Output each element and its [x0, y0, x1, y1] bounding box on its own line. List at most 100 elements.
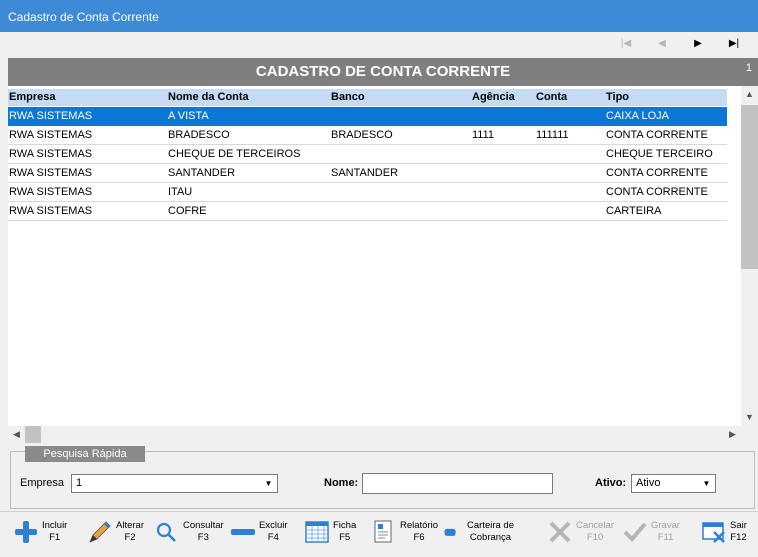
cell-tipo: CHEQUE TERCEIRO [606, 148, 713, 160]
column-header-empresa[interactable]: Empresa [9, 89, 55, 106]
cell-empresa: RWA SISTEMAS [9, 205, 93, 217]
grid-column-headers: Empresa Nome da Conta Banco Agência Cont… [8, 89, 727, 106]
title-bar: Cadastro de Conta Corrente [0, 0, 758, 32]
accounts-grid[interactable]: Empresa Nome da Conta Banco Agência Cont… [8, 86, 758, 426]
relatorio-key: F6 [413, 532, 425, 543]
sair-label: Sair [730, 520, 747, 531]
cell-empresa: RWA SISTEMAS [9, 186, 93, 198]
column-header-conta[interactable]: Conta [536, 89, 567, 106]
cell-nome-da-conta: BRADESCO [168, 129, 230, 141]
ficha-key: F5 [339, 532, 351, 543]
scroll-left-icon[interactable]: ◀ [8, 426, 25, 443]
gravar-button[interactable]: Gravar F11 [621, 518, 680, 554]
alterar-key: F2 [124, 532, 136, 543]
cell-nome-da-conta: CHEQUE DE TERCEIROS [168, 148, 301, 160]
incluir-button[interactable]: Incluir F1 [12, 518, 67, 554]
vertical-scrollbar[interactable]: ▲ ▼ [741, 86, 758, 426]
cell-banco: SANTANDER [331, 167, 399, 179]
scroll-up-icon[interactable]: ▲ [741, 86, 758, 103]
record-navigator: |◀ ◀ ▶ ▶| [608, 34, 752, 54]
pencil-icon [89, 521, 111, 543]
chevron-down-icon[interactable]: ▼ [261, 476, 276, 491]
scroll-right-icon[interactable]: ▶ [724, 426, 741, 443]
column-header-nome-da-conta[interactable]: Nome da Conta [168, 89, 249, 106]
gravar-label: Gravar [651, 520, 681, 531]
column-header-tipo[interactable]: Tipo [606, 89, 629, 106]
report-icon [374, 520, 392, 543]
nome-input[interactable] [362, 473, 553, 494]
cell-tipo: CONTA CORRENTE [606, 167, 708, 179]
cell-empresa: RWA SISTEMAS [9, 129, 93, 141]
relatorio-label: Relatório [400, 520, 439, 531]
incluir-key: F1 [49, 532, 61, 543]
excluir-button[interactable]: Excluir F4 [229, 518, 288, 554]
column-header-banco[interactable]: Banco [331, 89, 365, 106]
chevron-down-icon[interactable]: ▼ [699, 476, 714, 491]
cell-nome-da-conta: A VISTA [168, 110, 209, 122]
cell-conta: 111111 [536, 129, 569, 141]
check-icon [623, 522, 647, 542]
cell-tipo: CONTA CORRENTE [606, 129, 708, 141]
table-row[interactable]: RWA SISTEMAS COFRE CARTEIRA [8, 202, 727, 221]
vertical-scroll-thumb[interactable] [741, 105, 758, 269]
carteira-cobranca-button[interactable]: Carteira de Cobrança [443, 518, 514, 554]
prev-record-button[interactable]: ◀ [644, 34, 680, 52]
quick-search-title: Pesquisa Rápida [25, 446, 145, 462]
quick-search-panel: Pesquisa Rápida Empresa 1 ▼ Nome: Ativo:… [10, 446, 755, 509]
plus-icon [15, 521, 37, 543]
table-row[interactable]: RWA SISTEMAS A VISTA CAIXA LOJA [8, 107, 727, 126]
incluir-label: Incluir [42, 520, 68, 531]
table-row[interactable]: RWA SISTEMAS BRADESCO BRADESCO 1111 1111… [8, 126, 727, 145]
cell-empresa: RWA SISTEMAS [9, 148, 93, 160]
cell-banco: BRADESCO [331, 129, 393, 141]
excluir-label: Excluir [259, 520, 288, 531]
cell-empresa: RWA SISTEMAS [9, 110, 93, 122]
minus-icon [231, 529, 255, 535]
grid-title: CADASTRO DE CONTA CORRENTE 1 [8, 58, 758, 86]
alterar-button[interactable]: Alterar F2 [86, 518, 144, 554]
empresa-label: Empresa [20, 477, 65, 489]
sair-button[interactable]: Sair F12 [700, 518, 747, 554]
calendar-icon [305, 521, 329, 543]
horizontal-scrollbar[interactable]: ◀ ▶ [8, 426, 741, 443]
x-icon [549, 521, 571, 543]
consultar-key: F3 [197, 532, 209, 543]
empresa-select-value: 1 [76, 477, 83, 489]
sair-key: F12 [730, 532, 747, 543]
wallet-icon [444, 528, 456, 536]
cell-tipo: CARTEIRA [606, 205, 662, 217]
horizontal-scroll-thumb[interactable] [25, 426, 41, 443]
ativo-select[interactable]: Ativo ▼ [631, 474, 716, 493]
empresa-select[interactable]: 1 ▼ [71, 474, 278, 493]
page-number: 1 [745, 62, 752, 74]
column-header-agencia[interactable]: Agência [472, 89, 515, 106]
cell-empresa: RWA SISTEMAS [9, 167, 93, 179]
table-row[interactable]: RWA SISTEMAS ITAU CONTA CORRENTE [8, 183, 727, 202]
first-record-button[interactable]: |◀ [608, 34, 644, 52]
scroll-down-icon[interactable]: ▼ [741, 409, 758, 426]
main-window: |◀ ◀ ▶ ▶| CADASTRO DE CONTA CORRENTE 1 E… [0, 32, 758, 557]
cell-agencia: 1111 [472, 129, 495, 141]
cancelar-button[interactable]: Cancelar F10 [546, 518, 614, 554]
ficha-label: Ficha [333, 520, 357, 531]
action-toolbar: Incluir F1 Alterar F2 Consultar F3 Excluir F… [0, 511, 758, 557]
carteira-label: Carteira de [467, 520, 514, 531]
table-row[interactable]: RWA SISTEMAS CHEQUE DE TERCEIROS CHEQUE … [8, 145, 727, 164]
table-row[interactable]: RWA SISTEMAS SANTANDER SANTANDER CONTA C… [8, 164, 727, 183]
magnifier-icon [156, 522, 176, 542]
ativo-select-value: Ativo [636, 477, 661, 489]
ficha-button[interactable]: Ficha F5 [303, 518, 356, 554]
relatorio-button[interactable]: Relatório F6 [370, 518, 438, 554]
cell-tipo: CONTA CORRENTE [606, 186, 708, 198]
cell-tipo: CAIXA LOJA [606, 110, 669, 122]
carteira-key: Cobrança [469, 532, 512, 543]
next-record-button[interactable]: ▶ [680, 34, 716, 52]
excluir-key: F4 [267, 532, 279, 543]
grid-title-text: CADASTRO DE CONTA CORRENTE [255, 63, 511, 80]
cancelar-key: F10 [586, 532, 604, 543]
nome-label: Nome: [324, 477, 359, 489]
alterar-label: Alterar [116, 520, 144, 531]
last-record-button[interactable]: ▶| [716, 34, 752, 52]
consultar-button[interactable]: Consultar F3 [153, 518, 224, 554]
cell-nome-da-conta: ITAU [168, 186, 193, 198]
